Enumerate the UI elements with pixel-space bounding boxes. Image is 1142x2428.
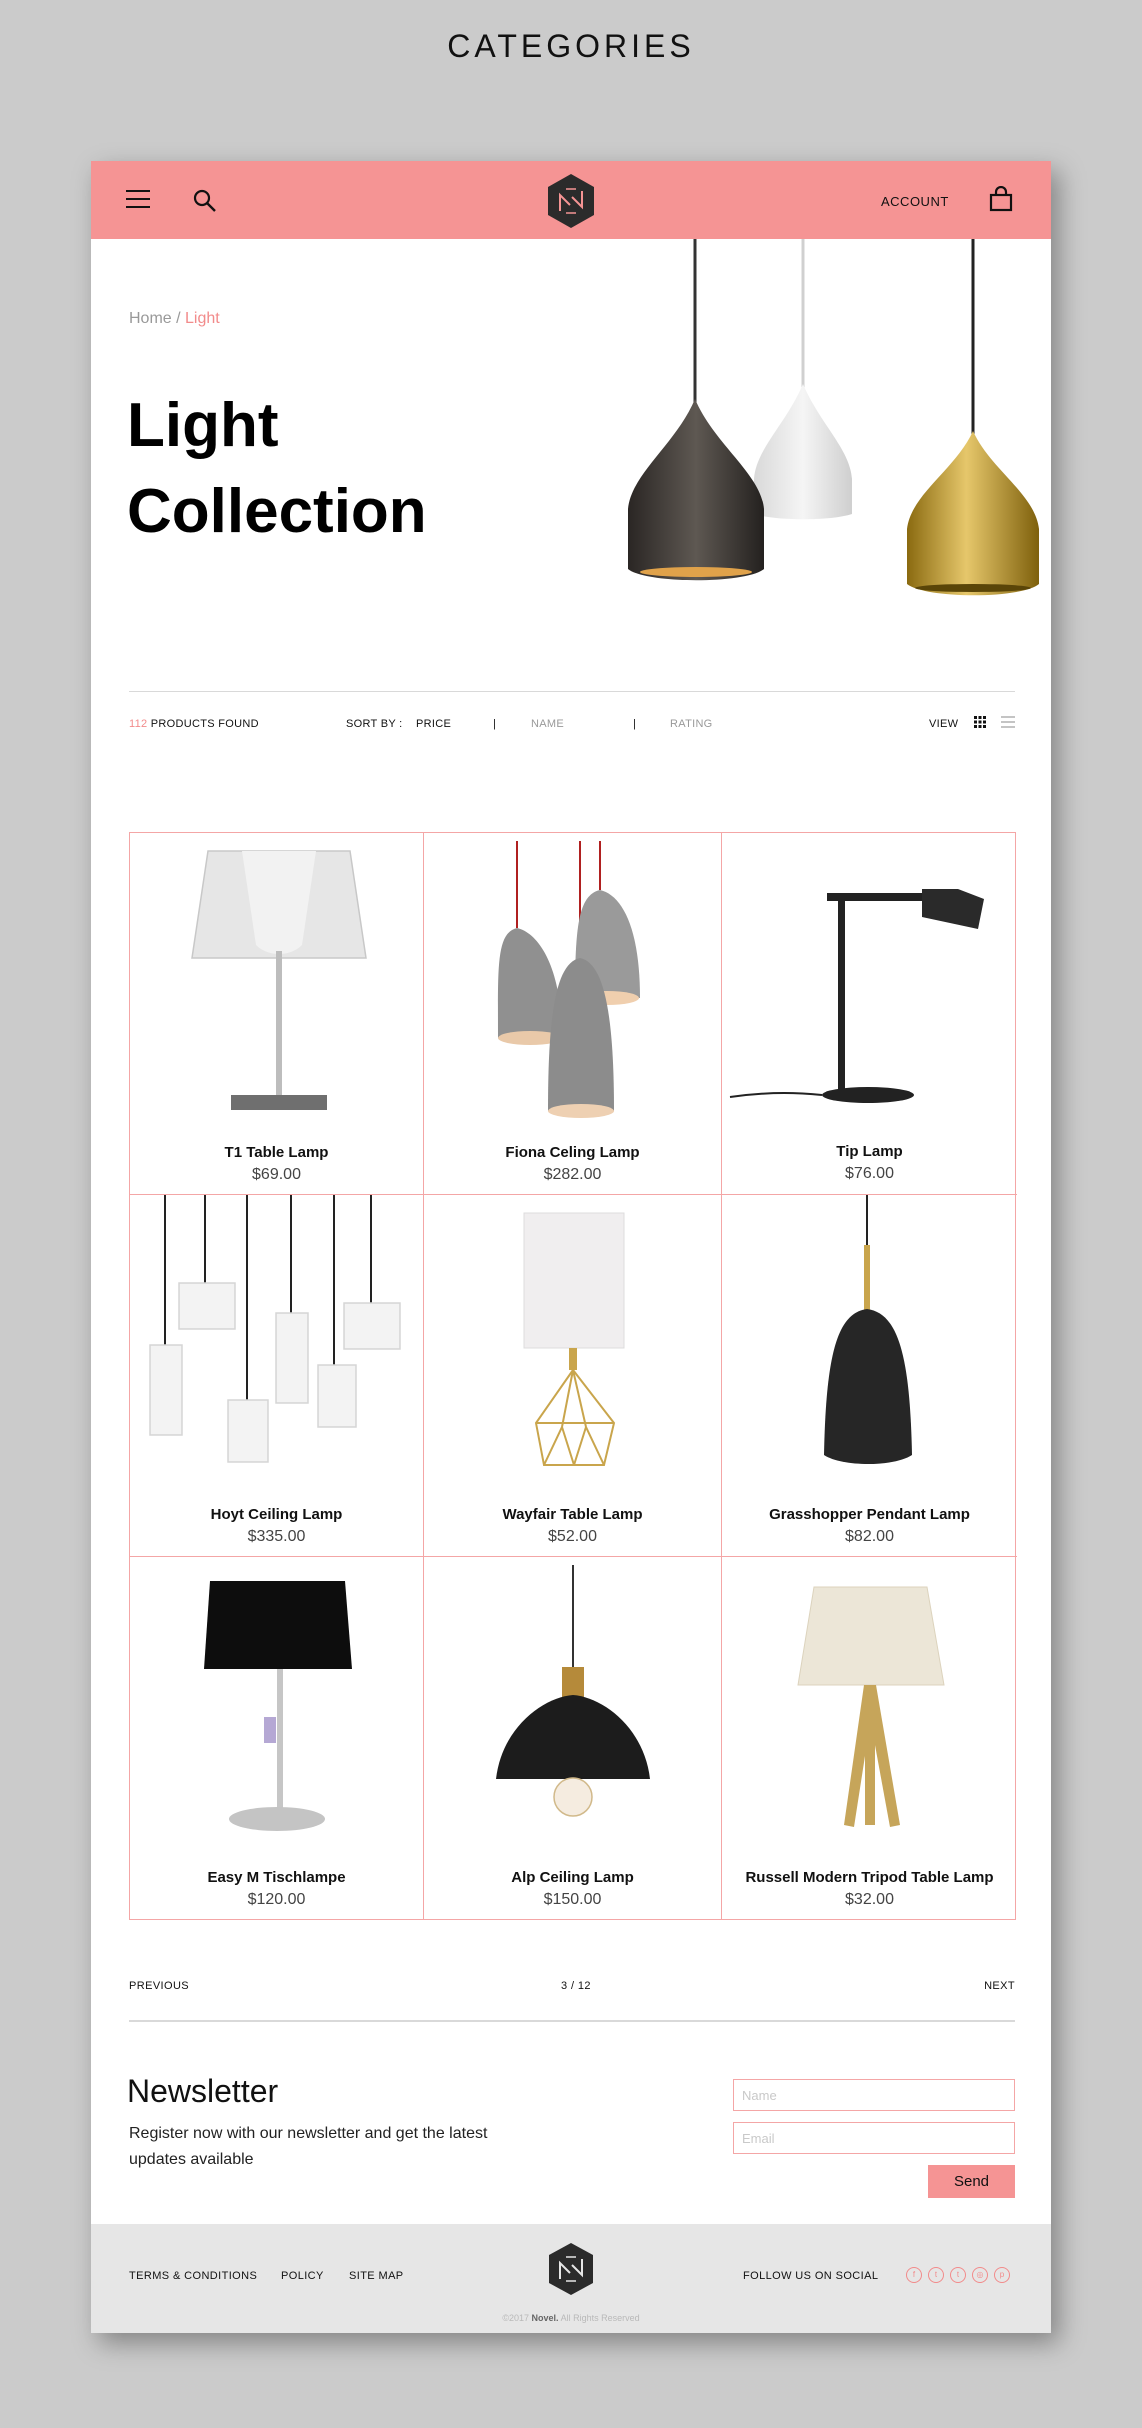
product-price: $69.00 xyxy=(252,1166,301,1183)
page-heading: CATEGORIES xyxy=(447,28,695,64)
product-name[interactable]: T1 Table Lamp xyxy=(130,1144,423,1161)
product-card[interactable]: Easy M Tischlampe $120.00 xyxy=(130,1557,424,1920)
product-image xyxy=(523,1212,625,1466)
page-title-line-1: Light xyxy=(127,391,279,460)
breadcrumb-separator: / xyxy=(171,310,186,327)
footer-link-policy[interactable]: POLICY xyxy=(281,2270,324,2282)
product-image xyxy=(496,1565,650,1817)
view-label: VIEW xyxy=(929,718,959,730)
product-price: $52.00 xyxy=(548,1528,597,1545)
previous-page-link[interactable]: PREVIOUS xyxy=(129,1980,189,1992)
product-image xyxy=(204,1581,352,1831)
product-image xyxy=(149,1195,401,1463)
product-card[interactable]: Fiona Celing Lamp $282.00 xyxy=(424,833,722,1195)
product-name[interactable]: Easy M Tischlampe xyxy=(130,1869,423,1886)
product-name[interactable]: Russell Modern Tripod Table Lamp xyxy=(722,1869,1017,1886)
products-count: 112 xyxy=(129,718,148,730)
product-name[interactable]: Wayfair Table Lamp xyxy=(424,1506,721,1523)
search-icon[interactable] xyxy=(192,188,218,214)
shopping-bag-icon[interactable] xyxy=(989,186,1013,212)
instagram-icon[interactable]: ◎ xyxy=(972,2267,988,2283)
products-found-label: PRODUCTS FOUND xyxy=(147,718,259,730)
product-name[interactable]: Tip Lamp xyxy=(722,1143,1017,1160)
top-bar: ACCOUNT xyxy=(91,161,1051,239)
product-card[interactable]: Russell Modern Tripod Table Lamp $32.00 xyxy=(722,1557,1017,1920)
product-image xyxy=(497,841,640,1118)
pagination-divider xyxy=(129,2020,1015,2022)
product-card[interactable]: Grasshopper Pendant Lamp $82.00 xyxy=(722,1195,1017,1557)
product-image xyxy=(729,889,984,1103)
store-page: ACCOUNT Home / Light Light Collection 11… xyxy=(91,161,1051,2333)
sort-separator: | xyxy=(633,718,637,730)
product-card[interactable]: Alp Ceiling Lamp $150.00 xyxy=(424,1557,722,1920)
tumblr-icon[interactable]: t xyxy=(950,2267,966,2283)
follow-us-label: FOLLOW US ON SOCIAL xyxy=(743,2270,879,2282)
hamburger-menu-icon[interactable] xyxy=(126,190,150,210)
grid-view-icon[interactable] xyxy=(974,716,986,728)
page-title: Light Collection xyxy=(127,383,427,555)
product-price: $82.00 xyxy=(845,1528,894,1545)
product-name[interactable]: Alp Ceiling Lamp xyxy=(424,1869,721,1886)
product-card[interactable]: Hoyt Ceiling Lamp $335.00 xyxy=(130,1195,424,1557)
product-image xyxy=(797,1586,945,1827)
sort-option-price[interactable]: PRICE xyxy=(416,718,451,730)
newsletter-email-input[interactable] xyxy=(733,2122,1015,2154)
novel-hexagon-logo-icon[interactable] xyxy=(546,173,596,229)
product-card[interactable]: Wayfair Table Lamp $52.00 xyxy=(424,1195,722,1557)
product-grid: T1 Table Lamp $69.00 Fiona Celing Lamp $… xyxy=(129,832,1017,1920)
product-name[interactable]: Hoyt Ceiling Lamp xyxy=(130,1506,423,1523)
product-price: $120.00 xyxy=(247,1891,306,1908)
sort-label: SORT BY : xyxy=(346,718,403,730)
sort-separator: | xyxy=(493,718,497,730)
product-name[interactable]: Fiona Celing Lamp xyxy=(424,1144,721,1161)
newsletter-title: Newsletter xyxy=(127,2073,279,2109)
product-price: $150.00 xyxy=(543,1891,602,1908)
hero-divider xyxy=(129,691,1015,692)
product-image xyxy=(191,850,367,1110)
next-page-link[interactable]: NEXT xyxy=(984,1980,1015,1992)
copyright: ©2017 Novel. All Rights Reserved xyxy=(502,2313,640,2323)
footer: TERMS & CONDITIONS POLICY SITE MAP FOLLO… xyxy=(91,2224,1051,2333)
product-card[interactable]: T1 Table Lamp $69.00 xyxy=(130,833,424,1195)
newsletter-text: Register now with our newsletter and get… xyxy=(129,2125,488,2168)
sort-option-rating[interactable]: RATING xyxy=(670,718,713,730)
product-price: $335.00 xyxy=(247,1528,306,1545)
breadcrumb-current: Light xyxy=(185,310,220,327)
listing-toolbar: 112 PRODUCTS FOUND SORT BY : PRICE | NAM… xyxy=(129,714,1015,734)
footer-link-terms[interactable]: TERMS & CONDITIONS xyxy=(129,2270,257,2282)
account-link[interactable]: ACCOUNT xyxy=(881,194,949,209)
product-price: $32.00 xyxy=(845,1891,894,1908)
product-image xyxy=(824,1195,912,1464)
page-indicator: 3 / 12 xyxy=(561,1980,591,1992)
send-button[interactable]: Send xyxy=(928,2165,1015,2198)
list-view-icon[interactable] xyxy=(1001,716,1015,728)
twitter-icon[interactable]: t xyxy=(928,2267,944,2283)
sort-option-name[interactable]: NAME xyxy=(531,718,564,730)
product-card[interactable]: Tip Lamp $76.00 xyxy=(722,833,1017,1195)
breadcrumb-home[interactable]: Home xyxy=(129,310,172,327)
product-name[interactable]: Grasshopper Pendant Lamp xyxy=(722,1506,1017,1523)
facebook-icon[interactable]: f xyxy=(906,2267,922,2283)
product-price: $282.00 xyxy=(543,1166,602,1183)
breadcrumb: Home / Light xyxy=(129,310,220,328)
products-found: 112 PRODUCTS FOUND xyxy=(129,718,259,730)
page-title-line-2: Collection xyxy=(127,477,427,546)
footer-link-sitemap[interactable]: SITE MAP xyxy=(349,2270,404,2282)
novel-hexagon-logo-icon[interactable] xyxy=(547,2242,595,2296)
pinterest-icon[interactable]: p xyxy=(994,2267,1010,2283)
product-price: $76.00 xyxy=(845,1165,894,1182)
newsletter-name-input[interactable] xyxy=(733,2079,1015,2111)
